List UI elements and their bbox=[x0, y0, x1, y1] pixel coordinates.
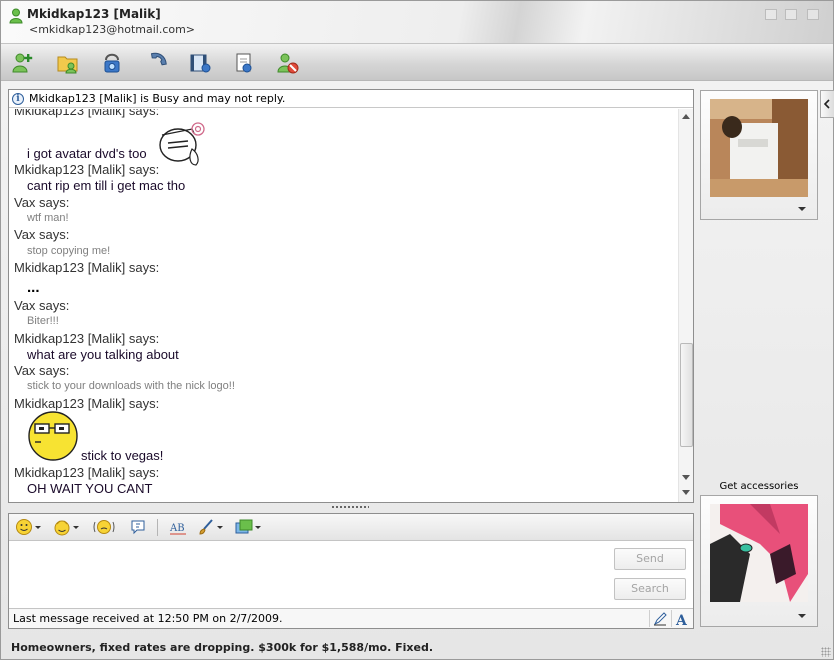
status-bar: Last message received at 12:50 PM on 2/7… bbox=[9, 608, 693, 628]
search-button[interactable]: Search bbox=[614, 578, 686, 600]
scroll-up-arrow-icon[interactable] bbox=[682, 114, 690, 119]
video-button[interactable] bbox=[187, 50, 213, 76]
chevron-down-icon bbox=[73, 525, 79, 529]
nerd-emoticon bbox=[28, 411, 78, 461]
webcam-icon bbox=[104, 53, 120, 73]
panel-splitter-handle[interactable] bbox=[331, 505, 369, 509]
contact-display-picture-frame[interactable] bbox=[700, 90, 818, 220]
chevron-down-icon bbox=[35, 525, 41, 529]
emoticon-button[interactable] bbox=[15, 518, 41, 536]
ad-banner-text[interactable]: Homeowners, fixed rates are dropping. $3… bbox=[11, 641, 433, 654]
message-text: OH WAIT YOU CANT bbox=[27, 481, 153, 496]
call-button[interactable] bbox=[143, 50, 169, 76]
message-text: wtf man! bbox=[27, 212, 69, 224]
chevron-left-icon bbox=[823, 99, 830, 109]
contact-display-picture bbox=[710, 99, 808, 197]
invite-contact-icon bbox=[12, 53, 33, 73]
conversation-history[interactable]: Mkidkap123 [Malik] says: i got avatar dv… bbox=[9, 109, 677, 502]
nudge-icon bbox=[93, 520, 115, 534]
toolbar-separator bbox=[157, 519, 158, 536]
minimize-button[interactable] bbox=[765, 9, 777, 20]
invite-contact-button[interactable] bbox=[10, 50, 36, 76]
activities-icon bbox=[236, 53, 252, 73]
maximize-button[interactable] bbox=[785, 9, 797, 20]
font-style-icon bbox=[199, 519, 213, 535]
my-display-picture bbox=[710, 504, 808, 602]
typing-mode-button[interactable]: A bbox=[671, 610, 691, 627]
sender-line: Mkidkap123 [Malik] says: bbox=[14, 465, 160, 480]
wink-button[interactable] bbox=[53, 518, 79, 536]
title-bar: Mkidkap123 [Malik] <mkidkap123@hotmail.c… bbox=[1, 1, 833, 43]
swirly-eyes-emoticon bbox=[159, 122, 205, 166]
message-text: what are you talking about bbox=[27, 347, 179, 362]
scrollbar-thumb[interactable] bbox=[680, 343, 693, 447]
busy-notice-bar: i Mkidkap123 [Malik] is Busy and may not… bbox=[9, 90, 693, 108]
format-toolbar: AB bbox=[9, 514, 693, 541]
chevron-down-icon bbox=[255, 525, 261, 529]
info-icon: i bbox=[12, 93, 24, 105]
send-button[interactable]: Send bbox=[614, 548, 686, 570]
message-text: ... bbox=[27, 279, 40, 296]
spell-check-icon: AB bbox=[169, 523, 186, 535]
svg-text:AB: AB bbox=[169, 523, 185, 534]
font-a-icon: A bbox=[675, 613, 688, 626]
chevron-down-icon[interactable] bbox=[798, 207, 806, 211]
message-text: i got avatar dvd's too bbox=[27, 146, 147, 161]
compose-panel: AB Send Search Last message received at … bbox=[8, 513, 694, 629]
emoticon-icon bbox=[16, 519, 32, 535]
get-accessories-link[interactable]: Get accessories bbox=[700, 481, 818, 492]
message-input[interactable] bbox=[9, 542, 693, 608]
video-icon bbox=[190, 54, 211, 73]
svg-text:A: A bbox=[675, 613, 688, 626]
pen-icon bbox=[653, 611, 667, 625]
voice-clip-button[interactable] bbox=[129, 518, 147, 536]
font-style-button[interactable] bbox=[197, 518, 223, 536]
handwriting-button[interactable] bbox=[649, 610, 669, 627]
sender-line: Mkidkap123 [Malik] says: bbox=[14, 260, 160, 275]
block-contact-button[interactable] bbox=[275, 50, 301, 76]
message-text: stick to vegas! bbox=[81, 448, 164, 463]
send-files-button[interactable] bbox=[55, 50, 81, 76]
block-contact-icon bbox=[277, 53, 299, 74]
scroll-down-arrow-icon[interactable] bbox=[682, 475, 690, 480]
nudge-button[interactable] bbox=[93, 518, 115, 536]
scroll-end-arrow-icon[interactable] bbox=[682, 490, 690, 495]
voice-clip-icon bbox=[131, 520, 145, 535]
send-files-icon bbox=[57, 56, 78, 74]
sender-line: Mkidkap123 [Malik] says: bbox=[14, 396, 160, 411]
webcam-button[interactable] bbox=[99, 50, 125, 76]
message-text: stop copying me! bbox=[27, 245, 111, 257]
activities-button[interactable] bbox=[231, 50, 257, 76]
collapse-sidebar-button[interactable] bbox=[820, 90, 834, 118]
chevron-down-icon[interactable] bbox=[798, 614, 806, 618]
sender-line: Vax says: bbox=[14, 363, 70, 378]
message-text: Biter!!! bbox=[27, 315, 59, 327]
close-button[interactable] bbox=[807, 9, 819, 20]
wink-icon bbox=[54, 520, 70, 536]
sender-line: Vax says: bbox=[14, 227, 70, 242]
sender-line: Vax says: bbox=[14, 298, 70, 313]
conversation-window: Mkidkap123 [Malik] <mkidkap123@hotmail.c… bbox=[0, 0, 834, 660]
conversation-scrollbar[interactable] bbox=[678, 109, 693, 502]
sender-line: Mkidkap123 [Malik] says: bbox=[14, 109, 160, 118]
spell-check-button[interactable]: AB bbox=[169, 518, 187, 536]
background-button[interactable] bbox=[235, 518, 261, 536]
toolbar bbox=[1, 43, 833, 81]
contact-name: Mkidkap123 [Malik] bbox=[27, 7, 161, 21]
sender-line: Vax says: bbox=[14, 195, 70, 210]
last-message-status: Last message received at 12:50 PM on 2/7… bbox=[13, 612, 283, 625]
conversation-panel: i Mkidkap123 [Malik] is Busy and may not… bbox=[8, 89, 694, 503]
my-display-picture-frame[interactable] bbox=[700, 495, 818, 627]
message-text: stick to your downloads with the nick lo… bbox=[27, 380, 235, 392]
contact-email: <mkidkap123@hotmail.com> bbox=[29, 23, 196, 36]
resize-grip-icon[interactable] bbox=[821, 647, 831, 657]
chevron-down-icon bbox=[217, 525, 223, 529]
sender-line: Mkidkap123 [Malik] says: bbox=[14, 331, 160, 346]
sender-line: Mkidkap123 [Malik] says: bbox=[14, 162, 160, 177]
background-icon bbox=[235, 519, 253, 534]
contact-status-icon bbox=[9, 8, 23, 24]
busy-notice-text: Mkidkap123 [Malik] is Busy and may not r… bbox=[29, 92, 286, 105]
message-text: cant rip em till i get mac tho bbox=[27, 178, 186, 193]
call-icon bbox=[150, 52, 167, 66]
